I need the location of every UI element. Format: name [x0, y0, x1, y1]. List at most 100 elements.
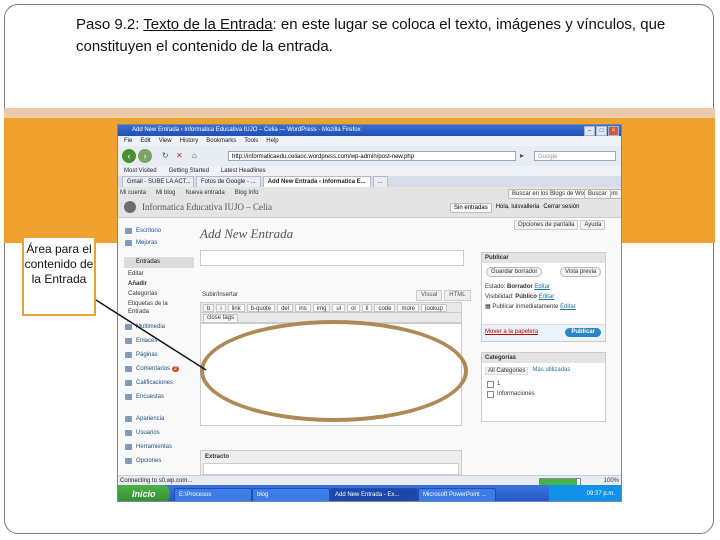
- category-checkbox[interactable]: [487, 390, 494, 398]
- sidebar-item-upgrades[interactable]: Mejoras: [124, 238, 194, 248]
- sidebar-item-label: Herramientas: [136, 444, 173, 450]
- tab-all-categories[interactable]: All Categories: [485, 367, 529, 375]
- reload-icon[interactable]: ↻: [162, 151, 169, 160]
- wp-header: Mi cuenta Mi blog Nueva entrada Blog Inf…: [118, 187, 621, 218]
- menu-edit[interactable]: Edit: [140, 136, 150, 146]
- entry-title-input[interactable]: [200, 250, 464, 266]
- trash-link[interactable]: Mover a la papelera: [485, 329, 538, 335]
- wp-my-blog[interactable]: Mi blog: [156, 189, 175, 198]
- howdy-user[interactable]: Hola, luisvalleria: [496, 203, 540, 213]
- toolbar-i[interactable]: i: [216, 304, 226, 312]
- toolbar-del[interactable]: del: [277, 304, 294, 312]
- sidebar-item-pages[interactable]: Páginas: [124, 350, 194, 360]
- toolbar-ins[interactable]: ins: [295, 304, 311, 312]
- publish-button[interactable]: Publicar: [565, 328, 601, 337]
- schedule-edit-link[interactable]: Editar: [560, 304, 576, 310]
- menu-tools[interactable]: Tools: [244, 136, 258, 146]
- category-item[interactable]: Informaciones: [487, 389, 535, 399]
- new-entry-select[interactable]: Sin entradas: [450, 203, 492, 213]
- menu-history[interactable]: History: [180, 136, 199, 146]
- toolbar-code[interactable]: code: [374, 304, 396, 312]
- toolbar-close-tags[interactable]: close tags: [203, 314, 239, 323]
- menu-bookmarks[interactable]: Bookmarks: [206, 136, 236, 146]
- sidebar-item-comments[interactable]: Comentarios 2: [124, 364, 194, 374]
- system-tray: 09:37 p.m.: [549, 485, 621, 501]
- menu-view[interactable]: View: [159, 136, 172, 146]
- start-button[interactable]: Inicio: [118, 485, 170, 501]
- category-item[interactable]: 1: [487, 379, 535, 389]
- task-powerpoint[interactable]: Microsoft PowerPoint ...: [418, 488, 496, 501]
- task-add-new-entrada[interactable]: Add New Entrada - Ex...: [330, 488, 418, 501]
- tab-html[interactable]: HTML: [444, 290, 471, 301]
- bookmark-most-visited[interactable]: Most Visited: [124, 166, 157, 176]
- toolbar-link[interactable]: link: [227, 304, 245, 312]
- upload-insert-label[interactable]: Subir/Insertar: [202, 292, 238, 298]
- search-button[interactable]: Buscar: [584, 189, 611, 199]
- tab-more[interactable]: ...: [372, 176, 388, 187]
- menu-file[interactable]: Fie: [124, 136, 132, 146]
- search-input[interactable]: Google: [534, 151, 616, 161]
- toolbar-lookup[interactable]: lookup: [421, 304, 447, 312]
- status-row: Estado: Borrador Editar: [485, 283, 550, 291]
- help-button[interactable]: Ayuda: [580, 220, 606, 230]
- stop-icon[interactable]: ✕: [176, 151, 183, 160]
- wp-my-account[interactable]: Mi cuenta: [120, 189, 146, 198]
- sidebar-item-links[interactable]: Enlaces: [124, 336, 194, 346]
- screen-options-button[interactable]: Opciones de pantalla: [514, 220, 579, 230]
- tab-bar: Gmail - SUBE LA ACT... Fotos de Google -…: [118, 176, 621, 187]
- toolbar-ul[interactable]: ul: [332, 304, 346, 312]
- tab-most-used[interactable]: Más utilizadas: [532, 367, 570, 375]
- toolbar-ol[interactable]: ol: [347, 304, 360, 312]
- sidebar-item-label: Opciones: [136, 458, 162, 464]
- close-icon[interactable]: ×: [608, 126, 619, 136]
- wp-blog-info[interactable]: Blog Info: [235, 189, 259, 198]
- categories-list: 1 Informaciones: [487, 379, 535, 399]
- blog-name[interactable]: Informatica Educativa IUJO – Celia: [142, 201, 272, 213]
- excerpt-input[interactable]: [203, 463, 459, 475]
- categories-tabs: All Categories Más utilizadas: [485, 367, 570, 375]
- maximize-icon[interactable]: □: [596, 126, 607, 136]
- task-procesos[interactable]: E:\Procesos: [174, 488, 252, 501]
- tab-visual[interactable]: Visual: [416, 290, 443, 301]
- sidebar-item-polls[interactable]: Encuestas: [124, 392, 194, 402]
- sidebar-item-users[interactable]: Usuarios: [124, 428, 194, 438]
- sidebar-sub-anadir[interactable]: Añadir: [128, 280, 194, 288]
- bookmark-latest-headlines[interactable]: Latest Headlines: [221, 166, 266, 176]
- save-draft-button[interactable]: Guardar borrador: [486, 267, 543, 277]
- menu-help[interactable]: Help: [266, 136, 278, 146]
- toolbar-more[interactable]: more: [397, 304, 420, 312]
- back-icon[interactable]: ‹: [122, 149, 136, 163]
- sidebar-item-dashboard[interactable]: Escritorio: [124, 226, 194, 236]
- tab-add-new-entrada[interactable]: Add New Entrada ‹ Informatica E...: [262, 176, 371, 187]
- windows-taskbar: Inicio E:\Procesos blog Add New Entrada …: [118, 485, 621, 501]
- toolbar-b[interactable]: b: [203, 304, 215, 312]
- toolbar-bquote[interactable]: b-quote: [246, 304, 276, 312]
- sidebar-sub-editar[interactable]: Editar: [128, 270, 194, 278]
- logout-link[interactable]: Cerrar sesión: [543, 203, 579, 213]
- home-icon[interactable]: ⌂: [192, 151, 197, 160]
- status-edit-link[interactable]: Editar: [534, 284, 550, 290]
- sidebar-item-media[interactable]: Multimedia: [124, 322, 194, 332]
- task-blog[interactable]: blog: [252, 488, 330, 501]
- url-bar[interactable]: http://informaticaedu.celiaoc.wordpress.…: [228, 151, 516, 161]
- preview-button[interactable]: Vista previa: [560, 267, 602, 277]
- go-icon[interactable]: ▸: [520, 151, 524, 160]
- caption-link[interactable]: Texto de la Entrada: [143, 16, 272, 33]
- minimize-icon[interactable]: –: [584, 126, 595, 136]
- toolbar-img[interactable]: img: [312, 304, 331, 312]
- bookmark-getting-started[interactable]: Getting Started: [169, 166, 209, 176]
- sidebar-item-appearance[interactable]: Apariencia: [124, 414, 194, 424]
- sidebar-sub-etiquetas[interactable]: Etiquetas de la Entrada: [128, 300, 178, 316]
- sidebar-item-ratings[interactable]: Calificaciones: [124, 378, 194, 388]
- tab-gmail[interactable]: Gmail - SUBE LA ACT...: [122, 176, 194, 187]
- sidebar-item-entradas[interactable]: Entradas: [124, 257, 194, 268]
- forward-icon[interactable]: ›: [138, 149, 152, 163]
- tab-photos[interactable]: Fotos de Google - ...: [196, 176, 261, 187]
- visibility-edit-link[interactable]: Editar: [539, 294, 555, 300]
- sidebar-item-tools[interactable]: Herramientas: [124, 442, 194, 452]
- sidebar-sub-categorias[interactable]: Categorías: [128, 290, 194, 298]
- toolbar-li[interactable]: li: [361, 304, 373, 312]
- wp-new-post[interactable]: Nueva entrada: [185, 189, 224, 198]
- category-checkbox[interactable]: [487, 380, 494, 388]
- sidebar-item-options[interactable]: Opciones: [124, 456, 194, 466]
